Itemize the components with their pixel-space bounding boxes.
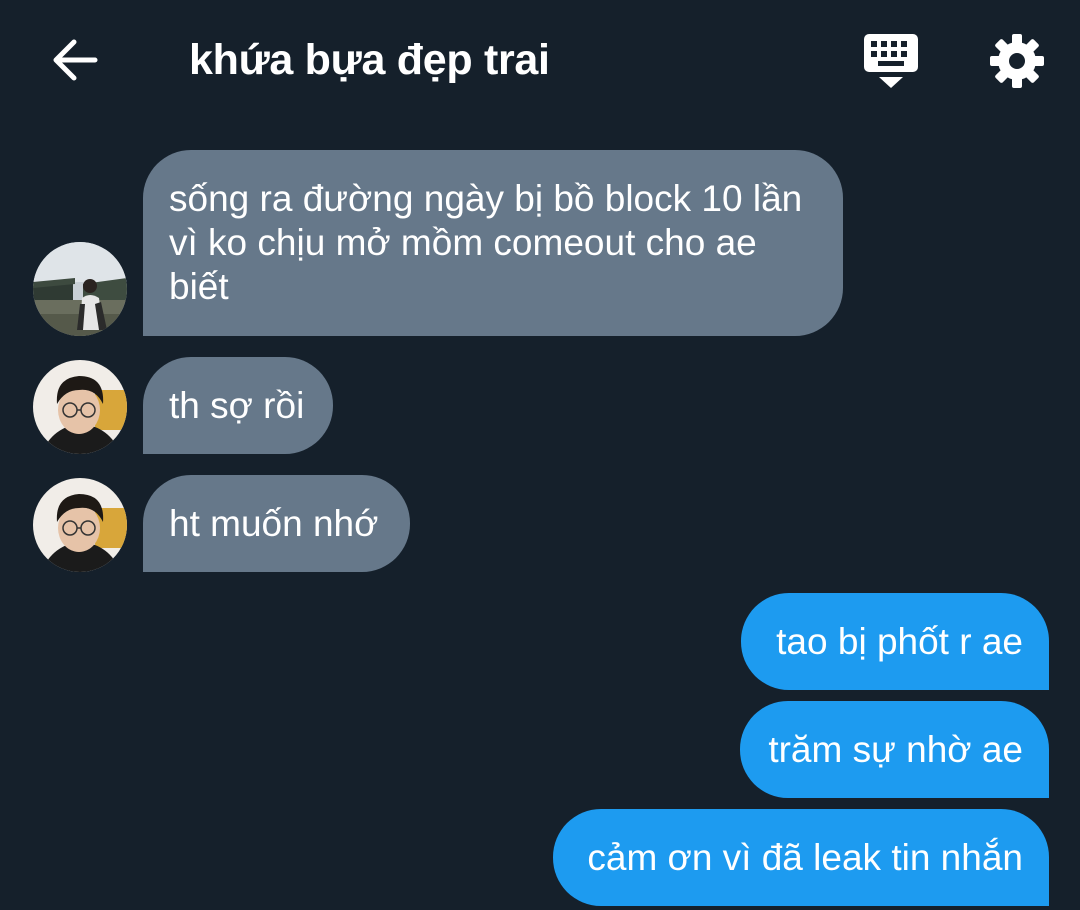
sender-avatar[interactable]	[33, 242, 127, 336]
sender-avatar[interactable]	[33, 360, 127, 454]
back-button[interactable]	[48, 36, 100, 84]
message-text: trăm sự nhờ ae	[768, 729, 1023, 770]
chat-header: khứa bựa đẹp trai	[0, 0, 1080, 120]
incoming-message[interactable]: th sợ rồi	[143, 357, 333, 454]
outgoing-message[interactable]: tao bị phốt r ae	[741, 593, 1049, 690]
outgoing-message[interactable]: trăm sự nhờ ae	[740, 701, 1049, 798]
avatar-photo	[33, 242, 127, 336]
message-text: cảm ơn vì đã leak tin nhắn	[587, 837, 1023, 878]
incoming-message[interactable]: sống ra đường ngày bị bồ block 10 lần vì…	[143, 150, 843, 336]
message-text: sống ra đường ngày bị bồ block 10 lần vì…	[169, 178, 803, 307]
conversation-title: khứa bựa đẹp trai	[189, 36, 550, 84]
keyboard-icon	[864, 34, 918, 88]
message-text: tao bị phốt r ae	[776, 621, 1023, 662]
incoming-message[interactable]: ht muốn nhớ	[143, 475, 410, 572]
message-text: th sợ rồi	[169, 385, 305, 426]
arrow-left-icon	[53, 39, 98, 81]
outgoing-message[interactable]: cảm ơn vì đã leak tin nhắn	[553, 809, 1049, 906]
avatar-photo	[33, 360, 127, 454]
keyboard-button[interactable]	[862, 32, 920, 90]
gear-icon	[990, 34, 1044, 88]
avatar-photo	[33, 478, 127, 572]
settings-button[interactable]	[989, 33, 1045, 89]
message-text: ht muốn nhớ	[169, 503, 379, 544]
sender-avatar[interactable]	[33, 478, 127, 572]
